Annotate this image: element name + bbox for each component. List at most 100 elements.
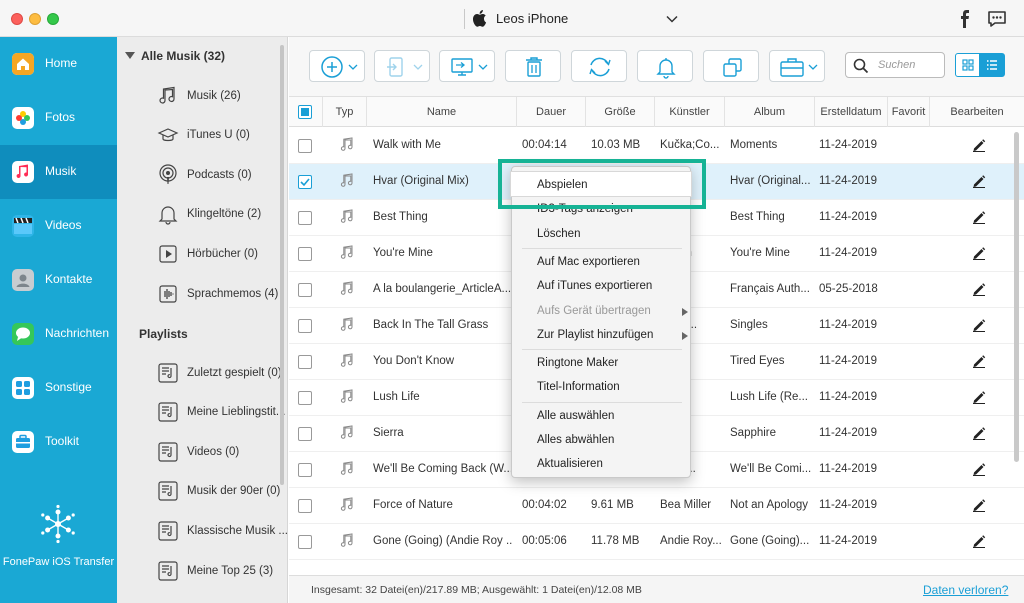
menu-separator: [522, 349, 682, 350]
category-music[interactable]: Musik (26): [157, 82, 282, 112]
row-checkbox[interactable]: [298, 391, 312, 405]
category-ringtones[interactable]: Klingeltöne (2): [157, 200, 282, 230]
nav-item-music[interactable]: Musik: [0, 145, 117, 199]
context-menu-item[interactable]: Ringtone Maker: [537, 357, 618, 369]
facebook-icon[interactable]: [958, 10, 972, 28]
edit-pencil-icon[interactable]: [972, 210, 986, 224]
nav-item-other[interactable]: Sonstige: [0, 361, 117, 415]
edit-pencil-icon[interactable]: [972, 390, 986, 404]
edit-pencil-icon[interactable]: [972, 534, 986, 548]
row-checkbox[interactable]: [298, 427, 312, 441]
minimize-window-button[interactable]: [29, 13, 41, 25]
row-checkbox[interactable]: [298, 463, 312, 477]
playlist-item[interactable]: Videos (0): [157, 438, 282, 468]
device-name[interactable]: Leos iPhone: [496, 11, 568, 26]
edit-pencil-icon[interactable]: [972, 462, 986, 476]
column-header-name[interactable]: Name: [367, 97, 517, 127]
edit-pencil-icon[interactable]: [972, 426, 986, 440]
table-row[interactable]: Gone (Going) (Andie Roy ... 00:05:06 11.78…: [289, 524, 1024, 560]
edit-pencil-icon[interactable]: [972, 498, 986, 512]
row-checkbox[interactable]: [298, 139, 312, 153]
context-menu-item[interactable]: Titel-Information: [537, 381, 620, 393]
nav-item-toolkit[interactable]: Toolkit: [0, 415, 117, 469]
messages-icon: [12, 323, 34, 345]
context-menu-item[interactable]: Auf iTunes exportieren: [537, 280, 652, 292]
edit-pencil-icon[interactable]: [972, 246, 986, 260]
playlist-item[interactable]: Musik der 90er (0): [157, 477, 282, 507]
column-header-edit[interactable]: Bearbeiten: [930, 97, 1024, 127]
ringtone-button[interactable]: [637, 50, 693, 82]
playlist-item[interactable]: Meine Top 25 (3): [157, 557, 282, 587]
edit-pencil-icon[interactable]: [972, 354, 986, 368]
add-button[interactable]: [309, 50, 365, 82]
row-checkbox[interactable]: [298, 211, 312, 225]
row-checkbox[interactable]: [298, 499, 312, 513]
cell-size: 11.78 MB: [591, 535, 640, 547]
column-header-type[interactable]: Typ: [323, 97, 367, 127]
row-checkbox[interactable]: [298, 175, 312, 189]
nav-item-contacts[interactable]: Kontakte: [0, 253, 117, 307]
context-menu-item[interactable]: Zur Playlist hinzufügen: [537, 329, 653, 341]
row-checkbox[interactable]: [298, 355, 312, 369]
nav-item-home[interactable]: Home: [0, 37, 117, 91]
refresh-button[interactable]: [571, 50, 627, 82]
playlist-item[interactable]: Zuletzt gespielt (0): [157, 359, 282, 389]
playlist-item[interactable]: Klassische Musik ...: [157, 517, 288, 547]
category-podcasts[interactable]: Podcasts (0): [157, 161, 282, 191]
table-row[interactable]: Force of Nature 00:04:02 9.61 MB Bea Miller…: [289, 488, 1024, 524]
close-window-button[interactable]: [11, 13, 23, 25]
category-voice-memos[interactable]: Sprachmemos (4): [157, 280, 282, 310]
select-all-checkbox[interactable]: [298, 105, 312, 119]
table-scrollbar[interactable]: [1014, 132, 1019, 462]
edit-pencil-icon[interactable]: [972, 282, 986, 296]
context-menu-item[interactable]: Alle auswählen: [537, 410, 614, 422]
category-itunes-u[interactable]: iTunes U (0): [157, 121, 282, 151]
export-to-computer-button[interactable]: [439, 50, 495, 82]
row-checkbox[interactable]: [298, 247, 312, 261]
column-header-created[interactable]: Erstelldatum: [815, 97, 888, 127]
context-menu-item[interactable]: Aktualisieren: [537, 458, 603, 470]
grid-view-button[interactable]: [955, 53, 980, 77]
edit-pencil-icon[interactable]: [972, 138, 986, 152]
nav-item-photos[interactable]: Fotos: [0, 91, 117, 145]
duplicate-button[interactable]: [703, 50, 759, 82]
context-menu-item[interactable]: Aufs Gerät übertragen: [537, 305, 651, 317]
toolbox-button[interactable]: [769, 50, 825, 82]
column-header-favorite[interactable]: Favorit: [888, 97, 930, 127]
column-header-size[interactable]: Größe: [586, 97, 655, 127]
list-view-button[interactable]: [979, 53, 1005, 77]
data-lost-link[interactable]: Daten verloren?: [923, 583, 1008, 597]
category-scrollbar[interactable]: [280, 45, 284, 485]
context-menu-item[interactable]: Alles abwählen: [537, 434, 614, 446]
disclosure-triangle-icon[interactable]: [125, 52, 135, 59]
all-music-header[interactable]: Alle Musik (32): [125, 49, 225, 63]
playlist-item[interactable]: Meine Lieblingstit...: [157, 398, 285, 428]
all-music-label: Alle Musik (32): [141, 49, 226, 63]
zoom-window-button[interactable]: [47, 13, 59, 25]
other-icon: [12, 377, 34, 399]
edit-pencil-icon[interactable]: [972, 174, 986, 188]
toolbar: Suchen: [289, 37, 1024, 97]
nav-item-messages[interactable]: Nachrichten: [0, 307, 117, 361]
export-to-device-button[interactable]: [374, 50, 430, 82]
row-checkbox[interactable]: [298, 283, 312, 297]
row-checkbox[interactable]: [298, 319, 312, 333]
feedback-icon[interactable]: [987, 10, 1007, 28]
context-menu-item[interactable]: Auf Mac exportieren: [537, 256, 640, 268]
cell-date: 11-24-2019: [819, 211, 877, 223]
column-header-artist[interactable]: Künstler: [655, 97, 725, 127]
category-audiobooks[interactable]: Hörbücher (0): [157, 240, 282, 270]
cell-name: A la boulangerie_ArticleA...: [373, 283, 512, 295]
column-header-album[interactable]: Album: [725, 97, 815, 127]
row-checkbox[interactable]: [298, 535, 312, 549]
nav-item-videos[interactable]: Videos: [0, 199, 117, 253]
search-input[interactable]: Suchen: [845, 52, 945, 78]
apple-icon: [472, 10, 487, 27]
edit-pencil-icon[interactable]: [972, 318, 986, 332]
music-note-icon: [340, 317, 353, 331]
context-menu-item[interactable]: Löschen: [537, 228, 580, 240]
delete-button[interactable]: [505, 50, 561, 82]
chevron-down-icon[interactable]: [665, 12, 679, 26]
column-header-duration[interactable]: Dauer: [517, 97, 586, 127]
cell-duration: 00:04:02: [522, 499, 567, 511]
